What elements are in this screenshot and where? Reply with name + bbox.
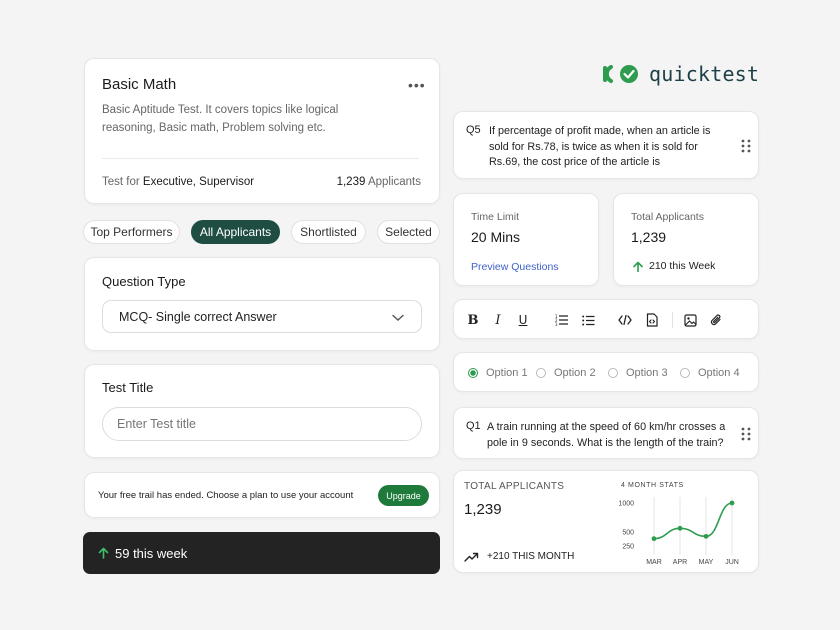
total-applicants-value: 1,239 (631, 229, 667, 245)
chart-x-tick-label: JUN (725, 559, 739, 566)
chart-y-tick-label: 250 (622, 544, 634, 551)
chart-y-tick-label: 1000 (618, 501, 634, 508)
filter-top-performers[interactable]: Top Performers (83, 220, 180, 244)
chart-x-tick-label: APR (673, 559, 687, 566)
drag-handle-icon[interactable] (741, 139, 751, 153)
filter-selected[interactable]: Selected (377, 220, 440, 244)
chevron-down-icon (392, 314, 404, 321)
numbered-list-icon[interactable]: 123 (553, 311, 571, 329)
test-title-label: Test Title (102, 380, 154, 395)
options-card: Option 1 Option 2 Option 3 Option 4 (453, 352, 759, 392)
file-code-icon[interactable] (643, 311, 661, 329)
toolbar-divider (672, 312, 673, 328)
divider (102, 158, 419, 159)
test-card[interactable]: Basic Math ••• Basic Aptitude Test. It c… (84, 58, 440, 204)
question-number: Q1 (466, 420, 481, 432)
weekly-delta-text: 210 this Week (649, 260, 716, 272)
chart-y-tick-label: 500 (622, 529, 634, 536)
applicants-label: Applicants (367, 176, 421, 188)
bullet-list-icon[interactable] (579, 311, 597, 329)
arrow-up-icon (633, 261, 643, 272)
test-for-value: Executive, Supervisor (142, 176, 255, 188)
italic-icon[interactable]: I (489, 311, 507, 329)
question-number: Q5 (466, 124, 481, 136)
test-for-label: Test for (102, 176, 140, 188)
filter-shortlisted[interactable]: Shortlisted (291, 220, 366, 244)
time-limit-card: Time Limit 20 Mins Preview Questions (453, 193, 599, 286)
time-limit-label: Time Limit (471, 211, 520, 223)
monthly-delta-text: +210 THIS MONTH (487, 551, 575, 562)
option-label: Option 1 (486, 367, 528, 379)
question-text: If percentage of profit made, when an ar… (489, 125, 711, 168)
option-label: Option 2 (554, 367, 596, 379)
question-card-q5[interactable]: Q5 If percentage of profit made, when an… (453, 111, 759, 179)
applicants-count: 1,239 (336, 176, 366, 188)
stats-value: 1,239 (464, 501, 502, 518)
test-for: Test for Executive, Supervisor (102, 176, 254, 188)
question-type-select[interactable]: MCQ- Single correct Answer (102, 300, 422, 333)
total-applicants-label: Total Applicants (631, 211, 704, 223)
attachment-icon[interactable] (707, 311, 725, 329)
radio-icon (680, 368, 690, 378)
total-applicants-card: Total Applicants 1,239 210 this Week (613, 193, 759, 286)
test-title: Basic Math (102, 76, 177, 93)
chart-data-point (729, 500, 735, 506)
option-4[interactable]: Option 4 (680, 367, 740, 379)
trial-message: Your free trail has ended. Choose a plan… (98, 490, 354, 501)
chart-data-point (703, 533, 709, 539)
option-2[interactable]: Option 2 (536, 367, 596, 379)
chart-data-point (677, 525, 683, 531)
question-type-card: Question Type MCQ- Single correct Answer (84, 257, 440, 351)
test-title-card: Test Title (84, 364, 440, 458)
chart-title: 4 MONTH STATS (621, 482, 684, 489)
radio-icon (536, 368, 546, 378)
bold-icon[interactable]: B (464, 311, 482, 329)
applicants-summary: 1,239 Applicants (337, 176, 421, 188)
weekly-growth-text: 59 this week (115, 545, 188, 561)
code-icon[interactable] (616, 311, 634, 329)
upgrade-button[interactable]: Upgrade (378, 485, 429, 506)
arrow-up-icon (98, 547, 109, 559)
formatting-toolbar: B I U 123 (453, 299, 759, 339)
chart-x-tick-label: MAY (699, 559, 714, 566)
test-description: Basic Aptitude Test. It covers topics li… (102, 104, 339, 134)
svg-text:3: 3 (555, 322, 558, 326)
underline-icon[interactable]: U (514, 311, 532, 329)
more-options-icon[interactable]: ••• (408, 77, 426, 93)
filter-all-applicants[interactable]: All Applicants (191, 220, 280, 244)
option-label: Option 4 (698, 367, 740, 379)
question-text: A train running at the speed of 60 km/hr… (487, 421, 726, 449)
radio-icon (608, 368, 618, 378)
chart-data-point (651, 536, 657, 542)
chart-series-line (653, 502, 733, 540)
option-label: Option 3 (626, 367, 668, 379)
test-title-input[interactable] (102, 407, 422, 441)
quicktest-logo-icon (603, 65, 638, 83)
question-type-value: MCQ- Single correct Answer (119, 309, 277, 324)
chart-x-tick-label: MAR (646, 559, 662, 566)
monthly-delta: +210 THIS MONTH (464, 551, 574, 562)
brand-name: quicktest (649, 62, 760, 86)
weekly-growth-bar: 59 this week (83, 532, 440, 574)
drag-handle-icon[interactable] (741, 427, 751, 441)
time-limit-value: 20 Mins (471, 229, 521, 245)
stats-label: TOTAL APPLICANTS (464, 481, 565, 492)
question-type-label: Question Type (102, 274, 186, 289)
trial-banner: Your free trail has ended. Choose a plan… (84, 472, 440, 518)
radio-selected-icon (468, 368, 478, 378)
brand-logo: quicktest (602, 62, 759, 86)
preview-questions-link[interactable]: Preview Questions (471, 261, 559, 273)
option-1[interactable]: Option 1 (468, 367, 528, 379)
trending-up-icon (464, 552, 479, 562)
stats-card: TOTAL APPLICANTS 1,239 +210 THIS MONTH 4… (453, 470, 759, 573)
option-3[interactable]: Option 3 (608, 367, 668, 379)
four-month-line-chart: 1000 500 250 MAR APR MAY JUN (618, 497, 739, 566)
question-card-q1[interactable]: Q1 A train running at the speed of 60 km… (453, 407, 759, 459)
image-icon[interactable] (681, 311, 699, 329)
weekly-delta: 210 this Week (633, 260, 715, 272)
